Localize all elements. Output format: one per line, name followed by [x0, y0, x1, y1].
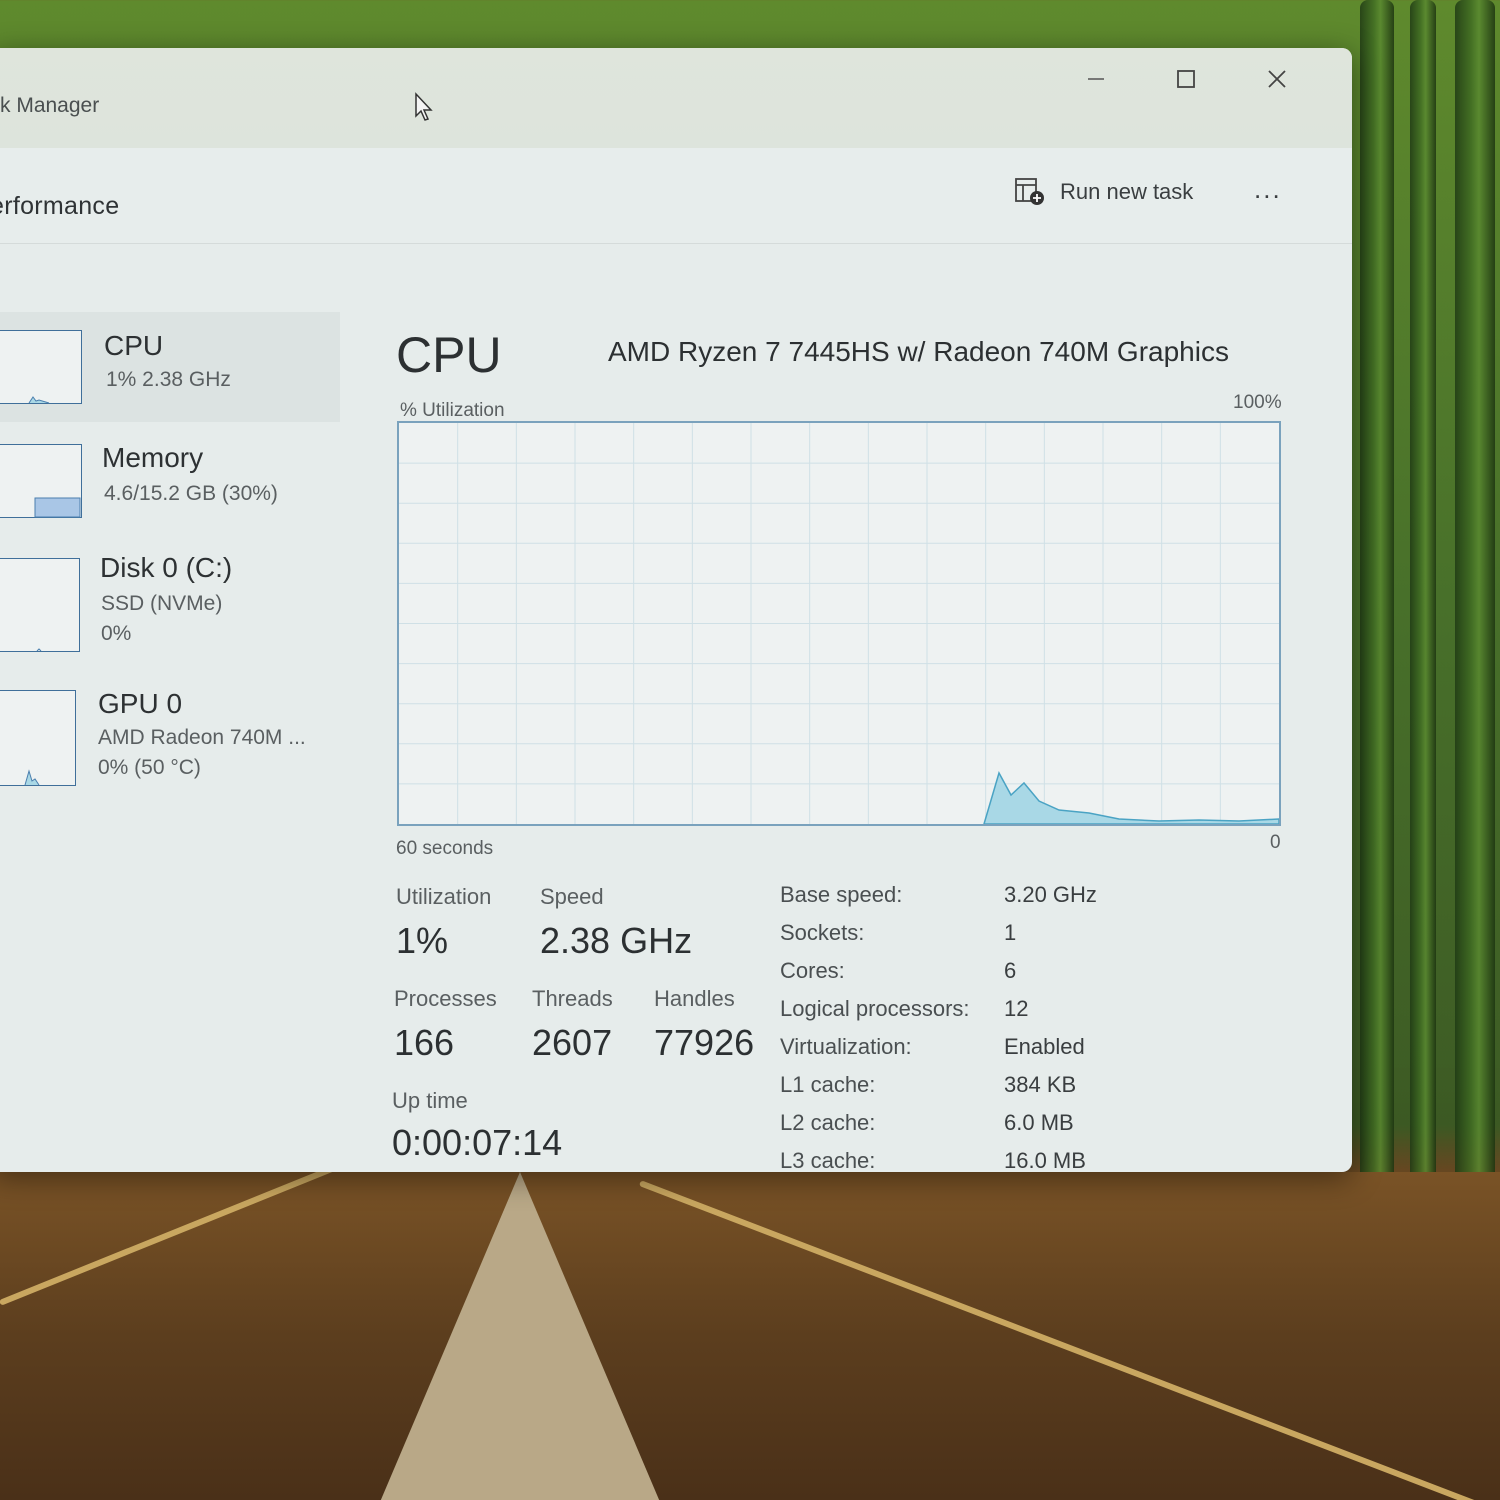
app-title: k Manager: [0, 94, 100, 117]
cpu-mini-graph: [0, 330, 82, 404]
speed-value: 2.38 GHz: [540, 920, 693, 961]
gpu-mini-graph: [0, 690, 76, 786]
sidebar-item-subtitle: SSD (NVMe): [101, 592, 223, 615]
spec-value: 12: [1004, 996, 1029, 1021]
sidebar-item-memory[interactable]: Memory 4.6/15.2 GB (30%): [0, 430, 340, 540]
minimize-button[interactable]: [1076, 62, 1116, 96]
sidebar-item-label: Disk 0 (C:): [100, 552, 233, 583]
uptime-value: 0:00:07:14: [392, 1122, 563, 1163]
sidebar: CPU 1% 2.38 GHz Memory 4.6/15.2 GB (30%)…: [0, 244, 340, 1172]
maximize-button[interactable]: [1166, 62, 1206, 96]
sidebar-item-cpu[interactable]: CPU 1% 2.38 GHz: [0, 312, 340, 422]
cpu-utilization-plot: [399, 423, 1279, 824]
disk-mini-graph: [0, 558, 80, 652]
x-axis-left-label: 60 seconds: [396, 838, 494, 859]
handles-label: Handles: [654, 986, 735, 1011]
minimize-icon: [1088, 78, 1104, 80]
spec-label: Base speed:: [780, 882, 903, 907]
spec-label: Cores:: [780, 958, 845, 983]
panel-title: CPU: [396, 327, 502, 383]
sidebar-item-subtitle: 4.6/15.2 GB (30%): [104, 482, 278, 505]
close-button[interactable]: [1257, 62, 1297, 96]
spec-value: 384 KB: [1004, 1072, 1077, 1097]
sidebar-item-label: GPU 0: [98, 688, 183, 719]
utilization-value: 1%: [396, 920, 449, 961]
maximize-icon: [1177, 70, 1195, 88]
y-axis-label: % Utilization: [400, 400, 505, 421]
spec-label: L3 cache:: [780, 1148, 876, 1172]
y-axis-max-label: 100%: [1233, 392, 1282, 413]
x-axis-right-label: 0: [1270, 832, 1281, 853]
sidebar-item-disk[interactable]: Disk 0 (C:) SSD (NVMe) 0%: [0, 548, 340, 668]
memory-mini-graph: [0, 444, 82, 518]
spec-value: 6.0 MB: [1004, 1110, 1074, 1135]
spec-label: Sockets:: [780, 920, 865, 945]
run-new-task-label: Run new task: [1060, 179, 1194, 204]
close-icon: [1268, 70, 1286, 88]
spec-label: L1 cache:: [780, 1072, 876, 1097]
processes-value: 166: [394, 1022, 455, 1063]
handles-value: 77926: [654, 1022, 755, 1063]
sidebar-item-label: CPU: [104, 330, 164, 361]
cpu-utilization-graph: [397, 421, 1281, 826]
spec-label: L2 cache:: [780, 1110, 876, 1135]
spec-label: Logical processors:: [780, 996, 970, 1021]
spec-value: Enabled: [1004, 1034, 1085, 1059]
utilization-label: Utilization: [396, 884, 492, 909]
spec-value: 6: [1004, 958, 1017, 983]
sidebar-item-subtitle: 1% 2.38 GHz: [106, 368, 231, 391]
speed-label: Speed: [540, 884, 604, 909]
title-bar[interactable]: k Manager: [0, 48, 1352, 148]
spec-value: 1: [1004, 920, 1017, 945]
spec-label: Virtualization:: [780, 1034, 912, 1059]
more-options-button[interactable]: ...: [1254, 174, 1282, 205]
sidebar-item-value: 0% (50 °C): [98, 756, 201, 779]
spec-value: 16.0 MB: [1004, 1148, 1086, 1172]
threads-value: 2607: [532, 1022, 613, 1063]
page-title: erformance: [0, 192, 120, 220]
spec-value: 3.20 GHz: [1004, 882, 1097, 907]
main-panel: CPU AMD Ryzen 7 7445HS w/ Radeon 740M Gr…: [380, 244, 1350, 1172]
task-manager-window: k Manager erformance Run new task ... CP…: [0, 48, 1352, 1172]
utilization-trace: [983, 771, 1279, 824]
run-task-icon: [1015, 178, 1044, 205]
toolbar: erformance Run new task ...: [0, 148, 1352, 244]
sidebar-item-value: 0%: [101, 622, 132, 645]
cpu-model-name: AMD Ryzen 7 7445HS w/ Radeon 740M Graphi…: [608, 336, 1229, 367]
threads-label: Threads: [532, 986, 613, 1011]
sidebar-item-subtitle: AMD Radeon 740M ...: [98, 726, 306, 749]
processes-label: Processes: [394, 986, 497, 1011]
run-new-task-button[interactable]: Run new task: [1014, 174, 1193, 210]
sidebar-item-gpu[interactable]: GPU 0 AMD Radeon 740M ... 0% (50 °C): [0, 684, 340, 804]
sidebar-item-label: Memory: [102, 442, 204, 473]
mouse-pointer-icon: [415, 92, 433, 121]
uptime-label: Up time: [392, 1088, 468, 1113]
